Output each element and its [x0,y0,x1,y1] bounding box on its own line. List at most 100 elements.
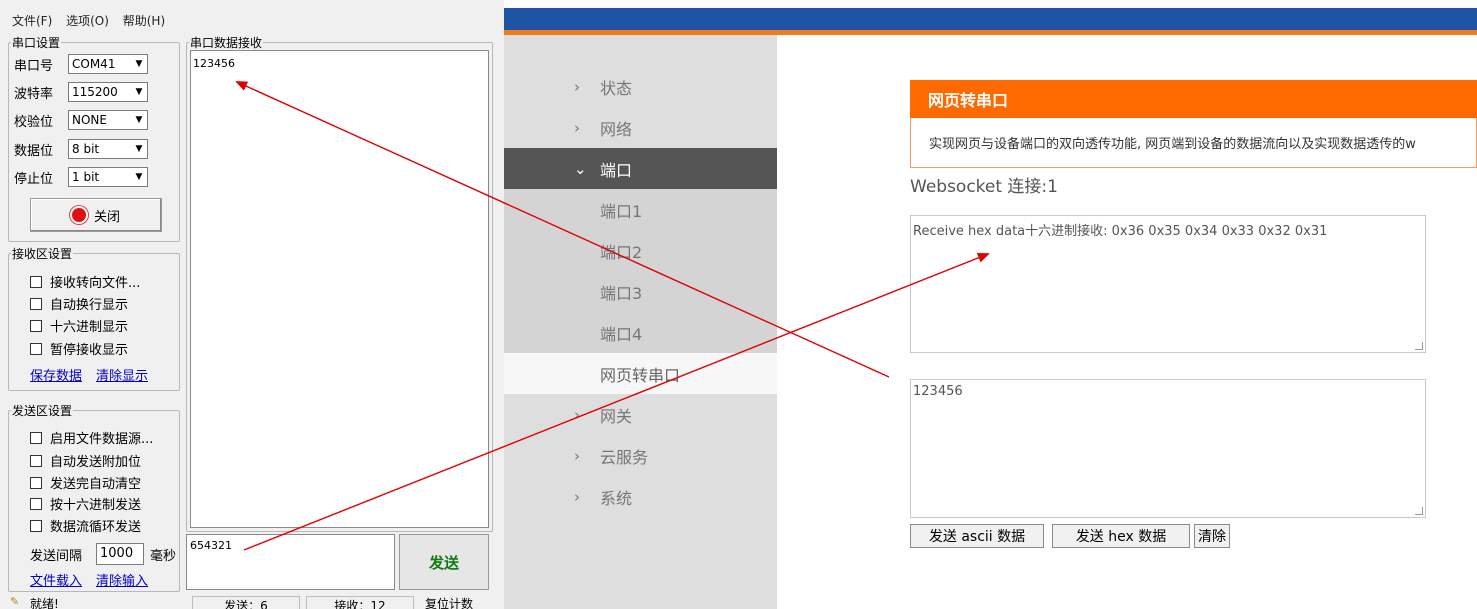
hex-display-checkbox[interactable]: 十六进制显示 [30,316,128,335]
auto-wrap-label: 自动换行显示 [50,298,129,313]
nav-status[interactable]: › 状态 [504,66,777,107]
checkbox-icon [30,519,42,532]
auto-append-checkbox[interactable]: 自动发送附加位 [30,451,141,470]
received-count-text: 接收：12 [334,599,386,609]
stopbits-row: 停止位 1 bit ▼ [14,167,148,187]
interval-input[interactable]: 1000 [96,543,144,565]
dropdown-arrow-icon: ▼ [131,140,147,158]
receive-hex-textarea[interactable]: Receive hex data十六进制接收: 0x36 0x35 0x34 0… [910,215,1426,353]
resize-grip-icon[interactable] [1415,342,1423,350]
auto-append-label: 自动发送附加位 [50,455,142,470]
file-source-checkbox[interactable]: 启用文件数据源... [30,428,153,447]
menu-bar: 文件(F) 选项(O) 帮助(H) [12,12,175,29]
receive-settings-title: 接收区设置 [12,247,73,261]
send-button[interactable]: 发送 [399,534,489,590]
chevron-down-icon: ⌄ [574,159,587,178]
checkbox-icon [30,319,42,332]
send-data-text: 123456 [913,384,963,399]
checkbox-icon [30,431,42,444]
chevron-right-icon: › [574,118,580,137]
parity-select[interactable]: NONE ▼ [68,110,148,130]
nav-cloud-label: 云服务 [600,447,649,467]
receive-textarea[interactable]: 123456 [190,50,489,528]
auto-wrap-checkbox[interactable]: 自动换行显示 [30,294,128,313]
pause-display-checkbox[interactable]: 暂停接收显示 [30,339,128,358]
resize-grip-icon[interactable] [1415,507,1423,515]
nav-port2-label: 端口2 [600,242,643,262]
close-port-button[interactable]: 关闭 [30,198,162,232]
parity-row: 校验位 NONE ▼ [14,110,148,130]
receive-hex-text: Receive hex data十六进制接收: 0x36 0x35 0x34 0… [913,224,1328,239]
chevron-right-icon: › [574,77,580,96]
clear-display-link[interactable]: 清除显示 [96,365,148,384]
nav-web-to-serial-label: 网页转串口 [600,365,681,385]
nav-port2[interactable]: 端口2 [504,230,777,271]
receive-area-title: 串口数据接收 [190,36,263,50]
nav-gateway[interactable]: › 网关 [504,394,777,435]
recv-to-file-checkbox[interactable]: 接收转向文件... [30,272,140,291]
auto-clear-checkbox[interactable]: 发送完自动清空 [30,473,141,492]
dropdown-arrow-icon: ▼ [131,55,147,73]
nav-network-label: 网络 [600,119,633,139]
port-row: 串口号 COM41 ▼ [14,54,148,74]
menu-file[interactable]: 文件(F) [12,14,52,28]
send-data-textarea[interactable]: 123456 [910,379,1426,518]
nav-cloud[interactable]: › 云服务 [504,435,777,476]
databits-row: 数据位 8 bit ▼ [14,139,148,159]
received-count: 接收：12 [306,596,414,609]
top-bar [504,8,1477,30]
hex-display-label: 十六进制显示 [50,320,129,335]
checkbox-icon [30,476,42,489]
nav-status-label: 状态 [600,78,633,98]
nav-network[interactable]: › 网络 [504,107,777,148]
databits-value: 8 bit [72,142,100,156]
sent-count-text: 发送：6 [224,599,268,609]
hex-send-label: 按十六进制发送 [50,498,142,513]
stopbits-label: 停止位 [14,171,54,187]
baud-select[interactable]: 115200 ▼ [68,82,148,102]
interval-unit: 毫秒 [150,549,177,564]
chevron-right-icon: › [574,487,580,506]
nav-port[interactable]: ⌄ 端口 [504,148,777,189]
baud-value: 115200 [72,85,118,99]
databits-select[interactable]: 8 bit ▼ [68,139,148,159]
nav-port4[interactable]: 端口4 [504,312,777,353]
loop-send-checkbox[interactable]: 数据流循环发送 [30,516,141,535]
hex-send-checkbox[interactable]: 按十六进制发送 [30,494,141,513]
chevron-right-icon: › [574,446,580,465]
sent-count: 发送：6 [192,596,300,609]
panel-description: 实现网页与设备端口的双向透传功能, 网页端到设备的数据流向以及实现数据透传的w [910,118,1477,168]
clear-input-link[interactable]: 清除输入 [96,570,148,589]
pause-display-label: 暂停接收显示 [50,343,129,358]
nav-port1-label: 端口1 [600,201,643,221]
stopbits-select[interactable]: 1 bit ▼ [68,167,148,187]
save-data-link[interactable]: 保存数据 [30,365,82,384]
nav-system-label: 系统 [600,488,633,508]
side-nav: › 状态 › 网络 ⌄ 端口 端口1 端口2 端口3 端口4 网页转串口 › 网关 › 云… [504,35,777,609]
reset-count-button[interactable]: 复位计数 [425,595,473,609]
nav-port4-label: 端口4 [600,324,643,344]
load-file-link[interactable]: 文件载入 [30,570,82,589]
status-light-icon [71,208,86,222]
menu-options[interactable]: 选项(O) [66,14,109,28]
clear-button[interactable]: 清除 [1194,524,1230,548]
file-source-label: 启用文件数据源... [50,432,154,447]
send-settings-title: 发送区设置 [12,404,73,418]
nav-port3[interactable]: 端口3 [504,271,777,312]
checkbox-icon [30,454,42,467]
send-ascii-button[interactable]: 发送 ascii 数据 [910,524,1044,548]
port-select[interactable]: COM41 ▼ [68,54,148,74]
dropdown-arrow-icon: ▼ [131,111,147,129]
nav-web-to-serial[interactable]: 网页转串口 [504,353,777,394]
nav-port1[interactable]: 端口1 [504,189,777,230]
send-textarea[interactable]: 654321 [186,534,395,590]
checkbox-icon [30,297,42,310]
send-hex-button[interactable]: 发送 hex 数据 [1052,524,1190,548]
nav-port3-label: 端口3 [600,283,643,303]
nav-system[interactable]: › 系统 [504,476,777,517]
port-label: 串口号 [14,58,54,74]
auto-clear-label: 发送完自动清空 [50,477,142,492]
stopbits-value: 1 bit [72,170,100,184]
menu-help[interactable]: 帮助(H) [123,14,165,28]
port-value: COM41 [72,57,116,71]
